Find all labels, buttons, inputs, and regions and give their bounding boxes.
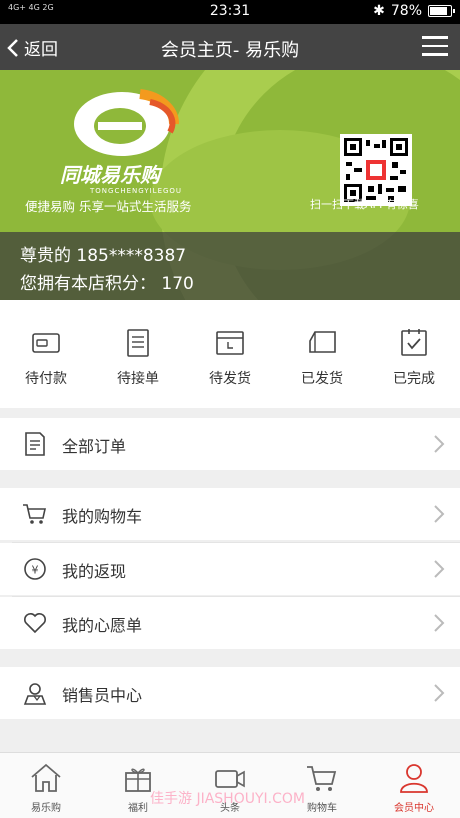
- brand-name: 同城易乐购: [60, 163, 160, 187]
- status-right: ✱ 78%: [373, 3, 455, 19]
- nav-bar: 返回 会员主页- 易乐购: [0, 24, 460, 70]
- order-status-label: 已完成: [393, 371, 435, 387]
- brand-logo: 同城易乐购 TONGCHENGYILEGOU: [60, 84, 181, 195]
- user-points: 您拥有本店积分： 170: [20, 274, 194, 294]
- tab-label: 会员中心: [394, 803, 434, 814]
- sales-center-label: 销售员中心: [62, 686, 143, 705]
- logo-e-icon: [74, 89, 180, 156]
- wallet-icon: [32, 333, 60, 353]
- chevron-right-icon: [434, 560, 445, 578]
- tab-label: 易乐购: [31, 803, 61, 814]
- check-icon: [401, 329, 427, 356]
- all-orders-item[interactable]: 全部订单: [0, 418, 460, 470]
- tab-member-center[interactable]: 会员中心: [368, 761, 460, 814]
- status-bar: 4G+ 4G 2G 23:31 ✱ 78%: [0, 0, 460, 24]
- chevron-right-icon: [434, 614, 445, 632]
- order-status-pending-payment[interactable]: 待付款: [0, 328, 92, 388]
- order-status-pending-ship[interactable]: 待发货: [184, 328, 276, 388]
- banner-slogan: 便捷易购 乐享一站式生活服务: [25, 199, 192, 214]
- order-status-label: 待接单: [117, 371, 159, 387]
- qr-caption: 扫一扫下载APP有惊喜: [310, 198, 419, 211]
- clipboard-icon: [127, 329, 149, 357]
- order-status-completed[interactable]: 已完成: [368, 328, 460, 388]
- my-cashback-item[interactable]: ¥ 我的返现: [0, 543, 460, 595]
- chevron-right-icon: [434, 505, 445, 523]
- order-status-label: 待付款: [25, 371, 67, 387]
- home-icon: [31, 763, 61, 792]
- bluetooth-icon: ✱: [373, 3, 385, 19]
- hamburger-icon: [422, 36, 448, 39]
- user-icon: [400, 764, 428, 793]
- battery-icon: [428, 5, 455, 17]
- svg-text:¥: ¥: [32, 564, 39, 577]
- qr-code-icon: [344, 138, 408, 202]
- user-greeting: 尊贵的 185****8387: [20, 246, 187, 266]
- hamburger-line: [422, 44, 448, 47]
- order-status-pending-accept[interactable]: 待接单: [92, 328, 184, 388]
- brand-name-en: TONGCHENGYILEGOU: [90, 187, 183, 195]
- cart-icon: [307, 766, 337, 791]
- page-title: 会员主页- 易乐购: [160, 40, 300, 61]
- tab-home[interactable]: 易乐购: [0, 761, 92, 814]
- my-cart-item[interactable]: 我的购物车: [0, 488, 460, 540]
- cart-icon: [23, 504, 46, 524]
- chevron-right-icon: [434, 684, 445, 702]
- bottom-tab-bar: 易乐购 福利 头条 购物车 会员中心: [0, 752, 460, 818]
- menu-button[interactable]: [422, 36, 448, 58]
- my-cart-label: 我的购物车: [62, 507, 143, 526]
- salesperson-icon: [23, 683, 47, 705]
- document-icon: [25, 432, 45, 456]
- order-status-label: 待发货: [209, 371, 251, 387]
- chevron-right-icon: [434, 435, 445, 453]
- order-status-shipped[interactable]: 已发货: [276, 328, 368, 388]
- yen-coin-icon: ¥: [24, 558, 46, 580]
- battery-percent: 78%: [390, 3, 422, 19]
- order-status-bar: 待付款 待接单 待发货 已发货 已完成: [0, 300, 460, 408]
- sales-center-item[interactable]: 销售员中心: [0, 667, 460, 719]
- user-info-bar: 尊贵的 185****8387 您拥有本店积分： 170: [0, 232, 460, 300]
- truck-icon: [309, 331, 336, 353]
- my-wishlist-item[interactable]: 我的心愿单: [0, 597, 460, 649]
- hamburger-line: [422, 53, 448, 56]
- box-icon: [216, 331, 244, 355]
- watermark: 佳手游 JIASHOUYI.COM: [150, 791, 305, 807]
- all-orders-label: 全部订单: [62, 437, 127, 456]
- my-cashback-label: 我的返现: [62, 562, 127, 581]
- heart-icon: [24, 613, 46, 634]
- order-status-label: 已发货: [301, 371, 343, 387]
- my-wishlist-label: 我的心愿单: [62, 616, 143, 635]
